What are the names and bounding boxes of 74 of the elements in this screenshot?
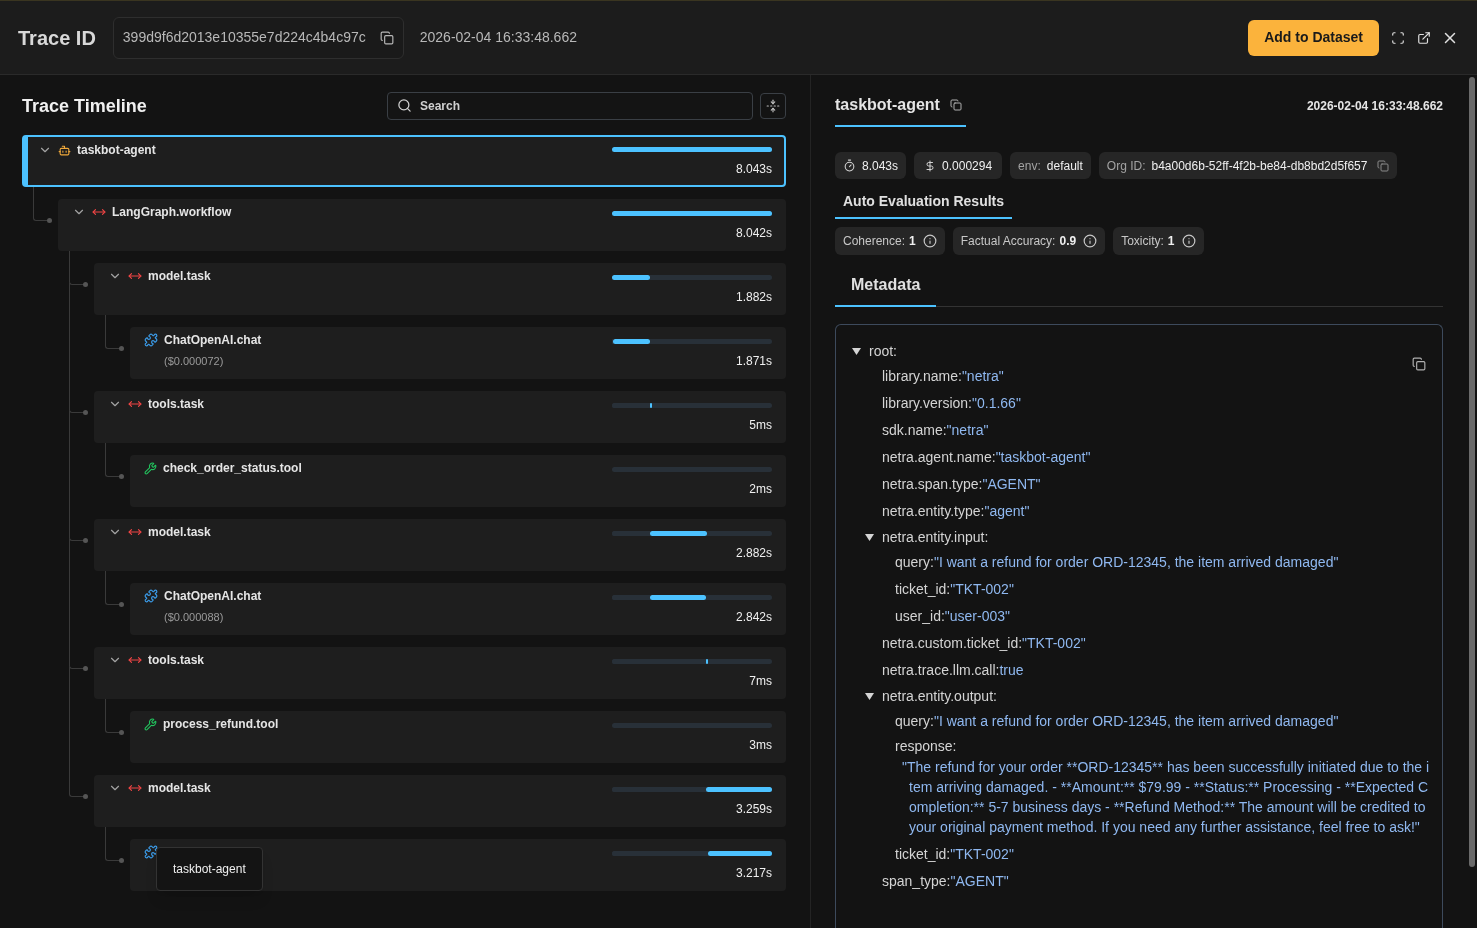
span-name: ChatOpenAI.chat — [164, 588, 262, 605]
metadata-value: "agent" — [984, 502, 1030, 521]
metadata-value: "The refund for your order **ORD-12345** has been successfully initiated due to the item arriving damaged. - **Amount:** $79.99 - **Status:** Processing - **Expected Completion:** 5-7 business days - **Refund Method:** The amount will be credited to your original payment method. If you need any further assistance, feel free to ask!" — [901, 758, 1431, 837]
span-name: process_refund.tool — [163, 716, 279, 733]
span-duration: 7ms — [749, 673, 772, 690]
metadata-value: "netra" — [961, 367, 1004, 386]
span-name: model.task — [148, 780, 211, 797]
span-name: LangGraph.workflow — [112, 204, 232, 221]
metadata-key: netra.trace.llm.call: — [882, 660, 1000, 681]
metadata-value: true — [999, 661, 1024, 680]
metadata-value: "I want a refund for order ORD-12345, the item arrived damaged" — [933, 712, 1339, 731]
metadata-key: library.version: — [882, 393, 972, 414]
timeline-title: Trace Timeline — [22, 94, 147, 118]
metadata-value: "TKT-002" — [950, 845, 1014, 864]
span-duration: 2ms — [749, 481, 772, 498]
metadata-key: query: — [895, 552, 934, 573]
span-name: check_order_status.tool — [163, 460, 302, 477]
metadata-key: netra.custom.ticket_id: — [882, 633, 1023, 654]
trace-id: 399d9f6d2013e10355e7d224c4b4c97c — [122, 28, 366, 47]
metadata-value: "AGENT" — [950, 872, 1009, 891]
metadata-key: user_id: — [895, 606, 945, 627]
span-duration: 8.043s — [735, 161, 772, 178]
stat-label: env: — [1018, 157, 1041, 175]
span-duration: 2.882s — [735, 545, 772, 562]
metadata-value: "AGENT" — [982, 475, 1041, 494]
stat-label: Org ID: — [1106, 157, 1146, 175]
span-duration: 5ms — [749, 417, 772, 434]
stat-value: b4a00d6b-52ff-4f2b-be84-db8bd2d5f657 — [1151, 157, 1368, 175]
metadata-key: ticket_id: — [895, 579, 951, 600]
metadata-key: netra.entity.type: — [882, 501, 985, 522]
metadata-key: span_type: — [882, 871, 951, 892]
span-title: taskbot-agent — [835, 95, 940, 115]
metadata-key: library.name: — [882, 366, 962, 387]
evaluation-label: Toxicity: — [1121, 233, 1164, 250]
trace-timestamp: 2026-02-04 16:33:48.662 — [419, 28, 577, 47]
metadata-value: "taskbot-agent" — [995, 448, 1091, 467]
span-name: taskbot-agent — [77, 142, 156, 159]
evaluation-score: 1 — [909, 233, 916, 250]
metadata-value: "TKT-002" — [1022, 634, 1086, 653]
metadata-value: "I want a refund for order ORD-12345, the item arrived damaged" — [933, 553, 1339, 572]
span-name: model.task — [148, 524, 211, 541]
page-title: Trace ID — [18, 25, 96, 51]
evaluation-label: Factual Accuracy: — [960, 233, 1056, 250]
span-cost: ($0.000072) — [164, 354, 225, 369]
metadata-key: query: — [895, 711, 934, 732]
metadata-key: netra.agent.name: — [882, 447, 996, 468]
span-duration: 1.871s — [735, 353, 772, 370]
metadata-value: "netra" — [946, 421, 989, 440]
span-name: model.task — [148, 268, 211, 285]
stat-value: default — [1046, 157, 1083, 175]
span-name: ChatOpenAI.chat — [164, 332, 262, 349]
span-duration: 3ms — [749, 737, 772, 754]
span-duration: 3.217s — [735, 865, 772, 882]
evaluation-score: 1 — [1167, 233, 1175, 250]
stat-value: 8.043s — [862, 157, 899, 175]
span-duration: 1.882s — [735, 289, 772, 306]
span-cost: ($0.000088) — [164, 610, 225, 625]
metadata-key: response: — [895, 735, 1432, 757]
evaluation-score: 0.9 — [1059, 233, 1077, 250]
metadata-key: sdk.name: — [882, 420, 947, 441]
tooltip: taskbot-agent — [156, 847, 263, 891]
span-duration: 3.259s — [735, 801, 772, 818]
metadata-value: "TKT-002" — [950, 580, 1014, 599]
span-timestamp: 2026-02-04 16:33:48.662 — [1306, 98, 1443, 115]
metadata-key: netra.span.type: — [882, 474, 983, 495]
metadata-key: ticket_id: — [895, 844, 951, 865]
stat-value: 0.000294 — [942, 157, 993, 175]
evaluation-label: Coherence: — [843, 233, 906, 250]
span-duration: 8.042s — [735, 225, 772, 242]
span-name: tools.task — [148, 396, 204, 413]
span-name: tools.task — [148, 652, 204, 669]
span-duration: 2.842s — [735, 609, 772, 626]
metadata-value: "user-003" — [944, 607, 1010, 626]
metadata-value: "0.1.66" — [972, 394, 1021, 413]
